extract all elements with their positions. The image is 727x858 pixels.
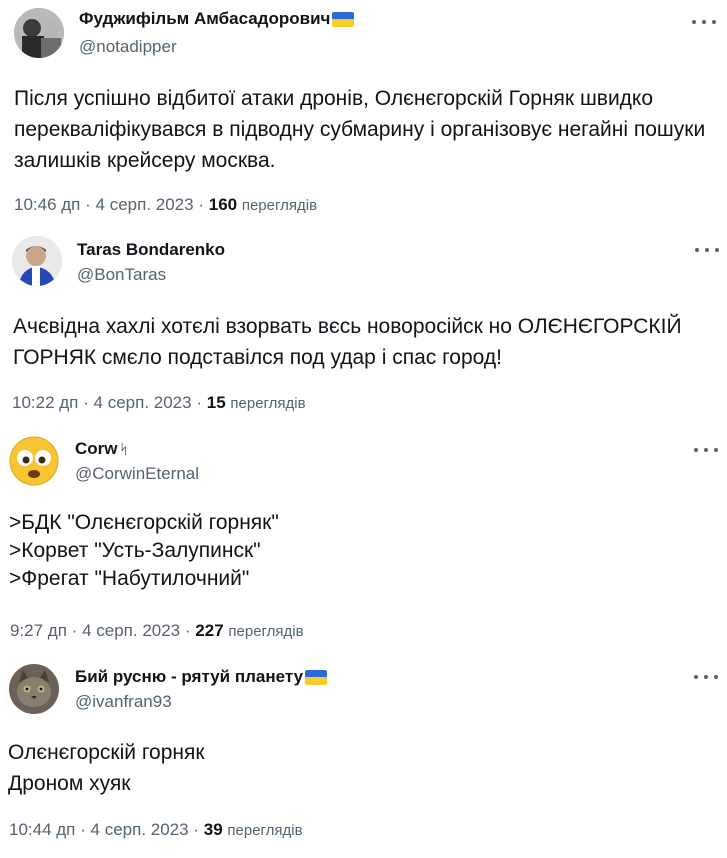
author-name[interactable]: Фуджифільм Амбасадорович [79,9,355,29]
tweet-meta: 9:27 дп · 4 серп. 2023 · 227 переглядів [10,621,304,641]
more-dots-icon[interactable] [694,668,718,686]
view-count[interactable]: 39 [204,820,223,839]
meta-separator: · [80,820,86,839]
meta-separator: · [196,393,202,412]
tweet-date[interactable]: 4 серп. 2023 [94,393,192,412]
author-name[interactable]: Taras Bondarenko [77,240,225,260]
tweet-date[interactable]: 4 серп. 2023 [96,195,194,214]
meta-separator: · [85,195,91,214]
rune-glyph: ᛋ [119,441,128,457]
view-count[interactable]: 15 [207,393,226,412]
view-count[interactable]: 160 [209,195,237,214]
view-label: переглядів [241,197,318,214]
author-name-text: Бий русню - рятуй планету [75,667,304,686]
more-dots-icon[interactable] [692,13,716,31]
avatar[interactable] [9,664,59,714]
view-label: переглядів [227,822,303,839]
meta-separator: · [198,195,204,214]
author-handle[interactable]: @ivanfran93 [75,692,172,712]
author-handle[interactable]: @BonTaras [77,265,166,285]
tweet-text: Олєнєгорскій горняк Дроном хуяк [8,741,205,795]
view-count[interactable]: 227 [195,621,223,640]
tweet: Corw ᛋ @CorwinEternal >БДК "Олєнєгорскій… [0,425,727,653]
avatar-photo-icon [14,8,64,58]
tweet-time[interactable]: 10:22 дп [12,393,78,412]
ukraine-flag-icon [305,669,328,685]
tweet: Бий русню - рятуй планету @ivanfran93 Ол… [0,653,727,858]
avatar[interactable] [12,236,62,286]
author-handle[interactable]: @CorwinEternal [75,464,199,484]
tweet-time[interactable]: 10:44 дп [9,820,75,839]
author-name[interactable]: Corw ᛋ [75,439,128,459]
tweet-meta: 10:22 дп · 4 серп. 2023 · 15 переглядів [12,393,306,413]
dizzy-face-emoji-icon [9,436,59,486]
ukraine-flag-icon [332,11,355,27]
avatar-photo-icon [12,236,62,286]
tweet-text: Після успішно відбитої атаки дронів, Олє… [14,87,706,172]
more-dots-icon[interactable] [694,441,718,459]
author-name-text: Taras Bondarenko [77,240,226,259]
tweet: Фуджифільм Амбасадорович @notadipper Піс… [0,0,727,225]
tweet: Taras Bondarenko @BonTaras Ачєвідна хахл… [0,225,727,425]
meta-separator: · [193,820,199,839]
author-handle[interactable]: @notadipper [79,37,177,57]
tweet-text: >БДК "Олєнєгорскій горняк" >Корвет "Усть… [9,511,279,590]
tweet-date[interactable]: 4 серп. 2023 [82,621,180,640]
tweet-text: Ачєвідна хахлі хотєлі взорвать вєсь ново… [13,315,682,369]
tweet-time[interactable]: 10:46 дп [14,195,80,214]
tweet-date[interactable]: 4 серп. 2023 [91,820,189,839]
meta-separator: · [71,621,78,640]
author-name-text: Corw [75,439,118,458]
cat-avatar-icon [9,664,59,714]
author-name[interactable]: Бий русню - рятуй планету [75,667,328,687]
meta-separator: · [83,393,89,412]
view-label: переглядів [228,623,304,640]
avatar[interactable] [9,436,59,486]
view-label: переглядів [230,395,306,412]
tweet-time[interactable]: 9:27 дп [10,621,67,640]
tweet-meta: 10:46 дп · 4 серп. 2023 · 160 переглядів [14,195,317,215]
author-name-text: Фуджифільм Амбасадорович [79,9,331,28]
avatar[interactable] [14,8,64,58]
more-dots-icon[interactable] [695,241,719,259]
meta-separator: · [184,621,191,640]
tweet-meta: 10:44 дп · 4 серп. 2023 · 39 переглядів [9,820,303,840]
